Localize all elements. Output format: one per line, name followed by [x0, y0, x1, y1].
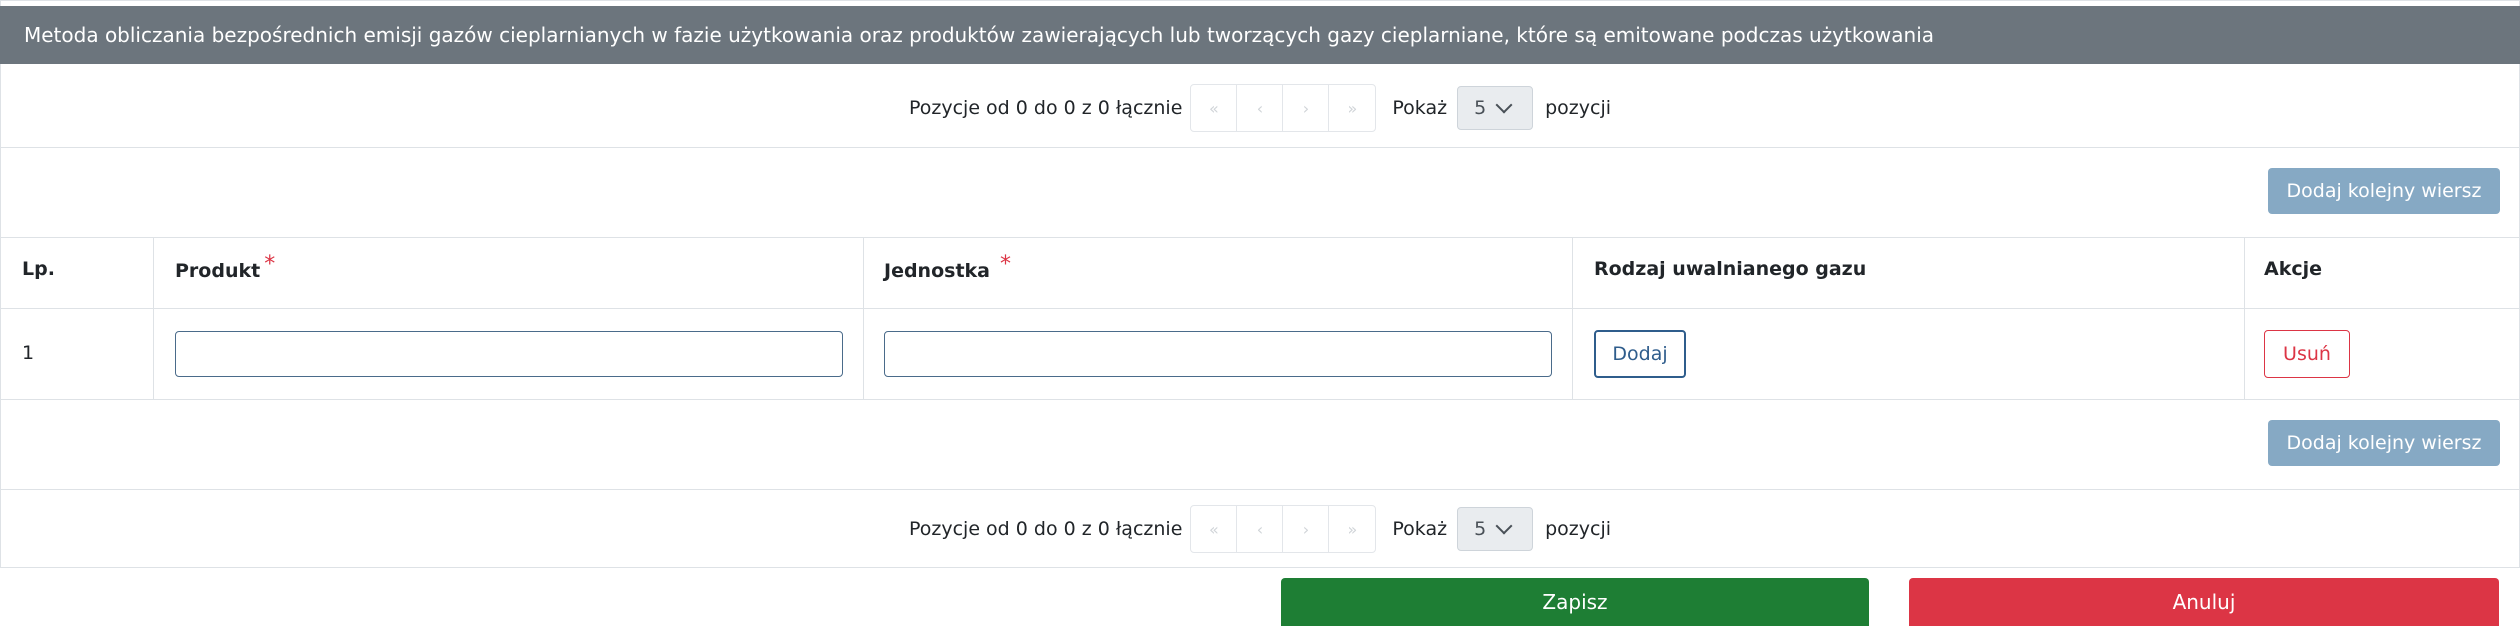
pager-buttons: « ‹ › » — [1190, 505, 1377, 553]
column-header-unit: Jednostka * — [884, 252, 1011, 282]
next-page-button[interactable]: › — [1283, 85, 1330, 131]
items-label: pozycji — [1545, 97, 1611, 119]
page-size-select[interactable]: 5 — [1457, 86, 1534, 130]
unit-input[interactable] — [884, 331, 1552, 377]
column-separator — [1572, 238, 1573, 400]
divider — [0, 399, 2520, 400]
show-label: Pokaż — [1392, 518, 1448, 540]
divider — [0, 237, 2520, 238]
remove-row-button[interactable]: Usuń — [2264, 330, 2350, 378]
prev-page-button[interactable]: ‹ — [1237, 85, 1284, 131]
column-separator — [153, 238, 154, 400]
pager-buttons: « ‹ › » — [1190, 84, 1377, 132]
first-page-button[interactable]: « — [1191, 506, 1238, 552]
product-input[interactable] — [175, 331, 843, 377]
chevron-down-icon — [1495, 96, 1513, 114]
column-header-actions: Akcje — [2264, 258, 2323, 280]
required-marker: * — [999, 252, 1011, 277]
page-size-value: 5 — [1474, 97, 1487, 119]
divider — [0, 147, 2520, 148]
cancel-button[interactable]: Anuluj — [1909, 578, 2499, 626]
pager-top: Pozycje od 0 do 0 z 0 łącznie « ‹ › » Po… — [0, 84, 2520, 132]
pager-bottom: Pozycje od 0 do 0 z 0 łącznie « ‹ › » Po… — [0, 505, 2520, 553]
required-marker: * — [264, 252, 276, 277]
items-label: pozycji — [1545, 518, 1611, 540]
section-title: Metoda obliczania bezpośrednich emisji g… — [0, 6, 2520, 64]
last-page-button[interactable]: » — [1329, 85, 1375, 131]
pager-summary: Pozycje od 0 do 0 z 0 łącznie — [908, 518, 1183, 540]
show-label: Pokaż — [1392, 97, 1448, 119]
add-row-button-top[interactable]: Dodaj kolejny wiersz — [2268, 168, 2500, 214]
row-number: 1 — [22, 342, 35, 364]
next-page-button[interactable]: › — [1283, 506, 1330, 552]
page-size-select[interactable]: 5 — [1457, 507, 1534, 551]
divider — [0, 489, 2520, 490]
add-gas-button[interactable]: Dodaj — [1594, 330, 1686, 378]
last-page-button[interactable]: » — [1329, 506, 1375, 552]
column-header-product: Produkt * — [175, 252, 276, 282]
column-separator — [2244, 238, 2245, 400]
add-row-button-bottom[interactable]: Dodaj kolejny wiersz — [2268, 420, 2500, 466]
prev-page-button[interactable]: ‹ — [1237, 506, 1284, 552]
column-separator — [863, 238, 864, 400]
pager-summary: Pozycje od 0 do 0 z 0 łącznie — [908, 97, 1183, 119]
save-button[interactable]: Zapisz — [1281, 578, 1869, 626]
chevron-down-icon — [1495, 517, 1513, 535]
first-page-button[interactable]: « — [1191, 85, 1238, 131]
page-size-value: 5 — [1474, 518, 1487, 540]
divider — [0, 308, 2520, 309]
column-header-gas: Rodzaj uwalnianego gazu — [1594, 258, 1867, 280]
column-header-lp: Lp. — [22, 258, 55, 280]
